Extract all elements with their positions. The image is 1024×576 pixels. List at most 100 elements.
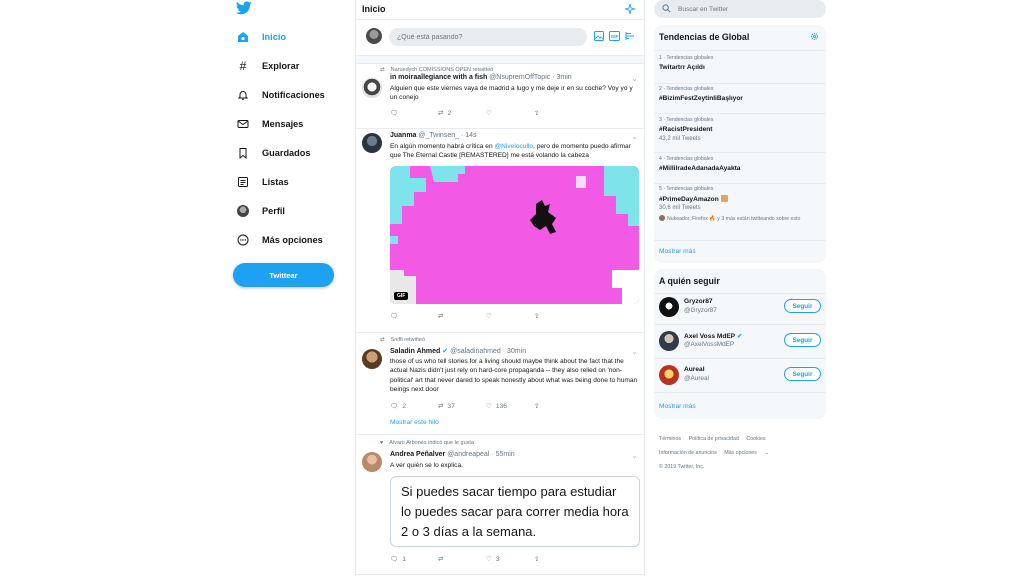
search-input[interactable]	[678, 2, 818, 16]
tweet[interactable]: ♥ Alvaro Arbonés indicó que le gusta And…	[356, 435, 644, 575]
chevron-down-icon[interactable]: ⌄	[631, 451, 638, 460]
compose-input[interactable]	[389, 28, 587, 46]
trend-context: Nukeador, Firefox 🔥 y 3 más están twitte…	[659, 215, 821, 223]
follow-button[interactable]: Seguir	[784, 333, 821, 347]
retweet-button[interactable]: ⇄	[438, 312, 486, 320]
social-context-text: Sniffi retwitteó	[390, 337, 426, 343]
tweet-text-part: En algún momento habrá crítica en	[390, 143, 495, 150]
author-name[interactable]: Andrea Peñalver	[390, 451, 445, 458]
footer-link[interactable]: Información de anuncios	[659, 450, 717, 456]
nav-explore[interactable]: # Explorar	[236, 56, 300, 76]
like-button[interactable]: ♡	[486, 312, 534, 320]
reply-button[interactable]: 🗨 2	[390, 402, 438, 411]
follow-suggestion[interactable]: Axel Voss MdEP ✔ @AxelVossMdEP Seguir	[654, 326, 826, 356]
footer-link[interactable]: Cookies	[746, 436, 765, 442]
reply-button[interactable]: 🗨 1	[390, 555, 438, 564]
tweet-time[interactable]: · 30min	[503, 348, 526, 355]
show-more-follow-link[interactable]: Mostrar más	[659, 403, 696, 410]
footer-row: Términos Política de privacidad Cookies	[659, 432, 824, 446]
nav-bookmarks[interactable]: Guardados	[236, 143, 311, 163]
trends-title: Tendencias de Global	[659, 32, 750, 42]
show-more-trends-link[interactable]: Mostrar más	[659, 248, 696, 255]
footer-link[interactable]: Política de privacidad	[689, 436, 739, 442]
chevron-down-icon[interactable]: ⌄	[631, 74, 638, 83]
gif-media[interactable]: GIF	[390, 166, 639, 304]
retweet-button[interactable]: ⇄	[438, 555, 486, 563]
retweet-icon: ⇄	[380, 67, 385, 73]
follow-button[interactable]: Seguir	[784, 367, 821, 381]
tweet[interactable]: ⇄ Sniffi retwitteó Saladin Ahmed ✔ @sala…	[356, 333, 644, 435]
author-name[interactable]: Juanma	[390, 132, 416, 139]
share-button[interactable]: ⇪	[534, 402, 582, 410]
tweet[interactable]: Juanma @_Twinsen_ · 14s ⌄ En algún momen…	[356, 129, 644, 333]
heart-icon: ♡	[486, 110, 492, 117]
author-handle[interactable]: @andreapeal	[447, 451, 489, 458]
tweet-time[interactable]: · 3min	[552, 74, 571, 81]
chevron-down-icon[interactable]: ⌄	[631, 132, 638, 141]
show-thread-link[interactable]: Mostrar este hilo	[390, 419, 439, 426]
footer-link: Más opciones	[724, 450, 757, 456]
divider	[654, 183, 826, 184]
tweet-time[interactable]: · 55min	[491, 451, 514, 458]
avatar[interactable]	[362, 78, 382, 98]
nav-more-options[interactable]: Más opciones	[236, 230, 323, 250]
sparkle-icon[interactable]	[624, 3, 636, 15]
poll-icon[interactable]	[625, 31, 635, 41]
nav-notifications[interactable]: Notificaciones	[236, 85, 325, 105]
trend-count: 30,6 mil Tweets	[659, 205, 701, 211]
avatar[interactable]	[362, 133, 382, 153]
like-button[interactable]: ♡	[486, 109, 534, 117]
avatar[interactable]	[659, 297, 679, 317]
trend-item[interactable]: 5 · Tendencias globales #PrimeDayAmazon …	[654, 186, 826, 238]
image-icon[interactable]	[594, 31, 604, 41]
quote-card[interactable]: Si puedes sacar tiempo para estudiar lo …	[390, 476, 640, 547]
follow-name[interactable]: Aureal	[684, 366, 705, 373]
trend-item[interactable]: 4 · Tendencias globales #MillilradeAdana…	[654, 156, 826, 184]
like-button[interactable]: ♡ 136	[486, 402, 534, 411]
avatar[interactable]	[362, 452, 382, 472]
follow-name[interactable]: Gryzor87	[684, 298, 713, 305]
nav-messages[interactable]: Mensajes	[236, 114, 303, 134]
tweet[interactable]: ⇄ Naruedych COMISSIONS OPEN retwitteó in…	[356, 64, 644, 129]
trend-item[interactable]: 3 · Tendencias globales #RacistPresident…	[654, 117, 826, 151]
twitter-logo-icon[interactable]	[236, 1, 252, 15]
chevron-down-icon[interactable]: ⌄	[631, 347, 638, 356]
author-handle[interactable]: @NsupremOffTopic	[489, 74, 550, 81]
author-name[interactable]: Saladin Ahmed	[390, 348, 440, 355]
divider	[654, 50, 826, 51]
avatar[interactable]	[659, 365, 679, 385]
nav-lists[interactable]: Listas	[236, 172, 289, 192]
divider	[654, 324, 826, 325]
search-box[interactable]	[654, 0, 826, 18]
nav-label: Listas	[262, 177, 289, 187]
like-button[interactable]: ♡ 3	[486, 555, 534, 564]
footer-link[interactable]: Términos	[659, 436, 681, 442]
share-button[interactable]: ⇪	[534, 109, 582, 117]
trend-item[interactable]: 1 · Tendencias globales Twitartrr Açıldı	[654, 55, 826, 83]
trend-item[interactable]: 2 · Tendencias globales #BizimFestZeytin…	[654, 86, 826, 114]
follow-button[interactable]: Seguir	[784, 299, 821, 313]
avatar[interactable]	[659, 331, 679, 351]
follow-name[interactable]: Axel Voss MdEP ✔	[684, 332, 742, 340]
gear-icon[interactable]	[810, 32, 819, 41]
footer-more[interactable]: Más opciones ⌄	[724, 450, 775, 456]
tweet-composer: GIF	[356, 20, 644, 56]
share-button[interactable]: ⇪	[534, 312, 582, 320]
retweet-button[interactable]: ⇄ 2	[438, 109, 486, 118]
author-handle[interactable]: @saladinahmed	[450, 348, 501, 355]
follow-suggestion[interactable]: Aureal @Aureal Seguir	[654, 360, 826, 390]
tweet-time[interactable]: · 14s	[461, 132, 477, 139]
follow-suggestion[interactable]: Gryzor87 @Gryzor87 Seguir	[654, 292, 826, 322]
retweet-button[interactable]: ⇄ 37	[438, 402, 486, 411]
tweet-button[interactable]: Twittear	[233, 263, 334, 287]
nav-home[interactable]: Inicio	[236, 27, 286, 47]
reply-button[interactable]: 🗨	[390, 312, 438, 320]
avatar[interactable]	[362, 349, 382, 369]
reply-button[interactable]: 🗨	[390, 109, 438, 117]
author-name[interactable]: in moiraallegiance with a fish	[390, 74, 487, 81]
share-button[interactable]: ⇪	[534, 555, 582, 563]
nav-profile[interactable]: Perfil	[236, 201, 285, 221]
gif-icon[interactable]: GIF	[609, 31, 620, 41]
mention-link[interactable]: @Nivelocullo	[494, 143, 533, 150]
author-handle[interactable]: @_Twinsen_	[418, 132, 459, 139]
